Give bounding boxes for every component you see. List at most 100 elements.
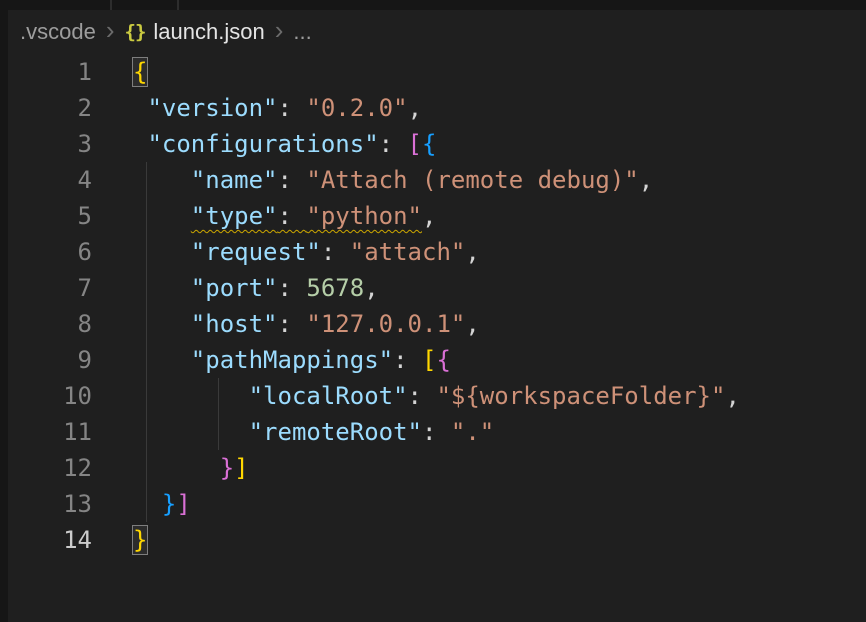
code-token [133, 166, 191, 194]
code-token [133, 202, 191, 230]
code-token [133, 238, 191, 266]
code-token: "pathMappings" [191, 346, 393, 374]
code-line[interactable]: 1{ [0, 54, 866, 90]
code-line[interactable]: 11 "remoteRoot": "." [0, 414, 866, 450]
code-token: 5678 [306, 274, 364, 302]
line-number[interactable]: 8 [0, 306, 92, 342]
line-number[interactable]: 2 [0, 90, 92, 126]
code-token: "Attach (remote debug)" [306, 166, 638, 194]
code-token [133, 382, 249, 410]
code-line[interactable]: 13 }] [0, 486, 866, 522]
line-number[interactable]: 12 [0, 450, 92, 486]
code-token: , [408, 94, 422, 122]
code-token: } [162, 490, 176, 518]
code-token: "type" [191, 202, 278, 230]
code-line[interactable]: 14} [0, 522, 866, 558]
line-number[interactable]: 13 [0, 486, 92, 522]
code-content: "remoteRoot": "." [133, 414, 494, 450]
code-token: , [364, 274, 378, 302]
code-line[interactable]: 6 "request": "attach", [0, 234, 866, 270]
code-line[interactable]: 3 "configurations": [{ [0, 126, 866, 162]
code-line[interactable]: 8 "host": "127.0.0.1", [0, 306, 866, 342]
window-left-edge [0, 0, 8, 622]
line-number[interactable]: 9 [0, 342, 92, 378]
line-number[interactable]: 4 [0, 162, 92, 198]
code-content: "configurations": [{ [133, 126, 436, 162]
code-content: { [133, 54, 147, 90]
code-token: "configurations" [147, 130, 378, 158]
code-token: { [422, 130, 436, 158]
code-token: , [725, 382, 739, 410]
code-token: "${workspaceFolder}" [436, 382, 725, 410]
tab-separator [110, 0, 112, 10]
code-token: : [278, 166, 307, 194]
code-token: , [465, 310, 479, 338]
code-token: ] [234, 454, 248, 482]
code-token [133, 454, 220, 482]
code-content: "localRoot": "${workspaceFolder}", [133, 378, 740, 414]
code-content: "type": "python", [133, 198, 436, 234]
code-line[interactable]: 2 "version": "0.2.0", [0, 90, 866, 126]
code-line[interactable]: 7 "port": 5678, [0, 270, 866, 306]
code-token [133, 418, 249, 446]
code-token: "version" [147, 94, 277, 122]
code-line[interactable]: 4 "name": "Attach (remote debug)", [0, 162, 866, 198]
code-token: ] [176, 490, 190, 518]
code-token: "." [451, 418, 494, 446]
code-token [133, 490, 162, 518]
code-token: : [408, 382, 437, 410]
code-content: }] [133, 450, 249, 486]
code-token [133, 94, 147, 122]
vscode-editor-window: .vscode › {} launch.json › ... 1{2 "vers… [0, 0, 866, 622]
line-number[interactable]: 1 [0, 54, 92, 90]
line-number[interactable]: 10 [0, 378, 92, 414]
code-token: : [278, 274, 307, 302]
chevron-right-icon: › [275, 17, 284, 43]
code-token: { [436, 346, 450, 374]
code-token: [ [408, 130, 422, 158]
code-token: "host" [191, 310, 278, 338]
code-token: : [321, 238, 350, 266]
code-editor[interactable]: 1{2 "version": "0.2.0",3 "configurations… [0, 54, 866, 622]
code-line[interactable]: 5 "type": "python", [0, 198, 866, 234]
breadcrumb-symbol-path[interactable]: ... [293, 19, 311, 45]
tab-bar[interactable] [0, 0, 866, 10]
code-content: "request": "attach", [133, 234, 480, 270]
code-token: : [393, 346, 422, 374]
code-token: } [220, 454, 234, 482]
line-number[interactable]: 5 [0, 198, 92, 234]
code-token: : [278, 310, 307, 338]
code-token: , [639, 166, 653, 194]
code-content: "pathMappings": [{ [133, 342, 451, 378]
code-token: "127.0.0.1" [306, 310, 465, 338]
code-line[interactable]: 10 "localRoot": "${workspaceFolder}", [0, 378, 866, 414]
warning-squiggle: "type": "python" [191, 202, 422, 230]
breadcrumb: .vscode › {} launch.json › ... [0, 10, 866, 54]
breadcrumb-folder[interactable]: .vscode [20, 19, 96, 45]
breadcrumb-file[interactable]: {} launch.json [125, 19, 265, 45]
code-content: "port": 5678, [133, 270, 379, 306]
code-token: , [465, 238, 479, 266]
code-line[interactable]: 9 "pathMappings": [{ [0, 342, 866, 378]
code-token: "remoteRoot" [249, 418, 422, 446]
code-token [133, 130, 147, 158]
line-number[interactable]: 6 [0, 234, 92, 270]
code-token: "0.2.0" [306, 94, 407, 122]
code-token [133, 346, 191, 374]
line-number[interactable]: 11 [0, 414, 92, 450]
code-token: "python" [306, 202, 422, 230]
code-token: : [422, 418, 451, 446]
code-token: : [278, 202, 307, 230]
code-token: "request" [191, 238, 321, 266]
code-line[interactable]: 12 }] [0, 450, 866, 486]
code-token: , [422, 202, 436, 230]
code-token: [ [422, 346, 436, 374]
json-braces-icon: {} [125, 21, 146, 43]
matched-bracket: } [133, 526, 147, 554]
breadcrumb-file-label: launch.json [153, 19, 264, 45]
line-number[interactable]: 7 [0, 270, 92, 306]
code-token [133, 274, 191, 302]
line-number[interactable]: 3 [0, 126, 92, 162]
chevron-right-icon: › [106, 17, 115, 43]
line-number[interactable]: 14 [0, 522, 92, 558]
